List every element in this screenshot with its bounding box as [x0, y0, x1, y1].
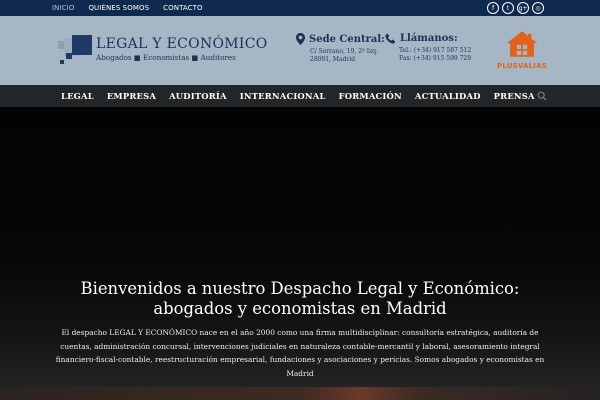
sede-title: Sede Central: [309, 33, 385, 45]
sede-central: Sede Central: C/ Serrano, 19, 2º Izq. 28… [296, 33, 385, 63]
house-icon [506, 31, 538, 57]
top-bar: INICIO QUIÉNES SOMOS CONTACTO f t g+ ◎ [0, 0, 600, 16]
social-links: f t g+ ◎ [487, 2, 544, 14]
fax-number: Fax: (+34) 915 599 729 [399, 55, 472, 62]
nav-auditoria[interactable]: AUDITORÍA [169, 91, 227, 101]
main-nav: LEGAL EMPRESA AUDITORÍA INTERNACIONAL FO… [0, 85, 600, 107]
logo-square [66, 53, 72, 59]
topnav-inicio[interactable]: INICIO [52, 4, 74, 12]
nav-actualidad[interactable]: ACTUALIDAD [415, 91, 481, 101]
hero-title: Bienvenidos a nuestro Despacho Legal y E… [80, 279, 520, 318]
phone-number[interactable]: Tel.: (+34) 917 587 512 [385, 47, 471, 54]
sede-address: C/ Serrano, 19, 2º Izq. [310, 48, 379, 55]
plusvalias-link[interactable]: PLUSVALIAS [496, 30, 548, 76]
logo-square [60, 60, 64, 64]
logo-tagline: Abogados ■ Economistas ■ Auditores [96, 53, 236, 62]
nav-empresa[interactable]: EMPRESA [107, 91, 156, 101]
site-header: LEGAL Y ECONÓMICO Abogados ■ Economistas… [0, 16, 600, 85]
instagram-icon[interactable]: ◎ [532, 2, 544, 14]
topnav-quienes-somos[interactable]: QUIÉNES SOMOS [88, 4, 149, 12]
twitter-icon[interactable]: t [502, 2, 514, 14]
llamanos-title: Llámanos: [400, 33, 458, 44]
logo-square [72, 35, 92, 55]
nav-legal[interactable]: LEGAL [61, 91, 94, 101]
topnav-contacto[interactable]: CONTACTO [163, 4, 203, 12]
logo-name: LEGAL Y ECONÓMICO [96, 36, 268, 52]
hero-image-strip [0, 387, 600, 400]
nav-prensa[interactable]: PRENSA [494, 91, 535, 101]
phone-icon [385, 33, 396, 44]
plusvalias-label: PLUSVALIAS [497, 62, 547, 70]
sede-city: 28001, Madrid [310, 56, 356, 63]
facebook-icon[interactable]: f [487, 2, 499, 14]
google-plus-icon[interactable]: g+ [517, 2, 529, 14]
top-nav: INICIO QUIÉNES SOMOS CONTACTO [52, 0, 203, 16]
nav-internacional[interactable]: INTERNACIONAL [240, 91, 326, 101]
search-icon[interactable] [537, 91, 547, 101]
hero-description: El despacho LEGAL Y ECONÓMICO nace en el… [55, 328, 545, 378]
llamanos: Llámanos: Tel.: (+34) 917 587 512 Fax: (… [385, 33, 471, 62]
hero-banner: Bienvenidos a nuestro Despacho Legal y E… [0, 107, 600, 400]
nav-formacion[interactable]: FORMACIÓN [339, 91, 402, 101]
map-pin-icon [296, 33, 305, 45]
logo[interactable]: LEGAL Y ECONÓMICO Abogados ■ Economistas… [58, 35, 267, 75]
